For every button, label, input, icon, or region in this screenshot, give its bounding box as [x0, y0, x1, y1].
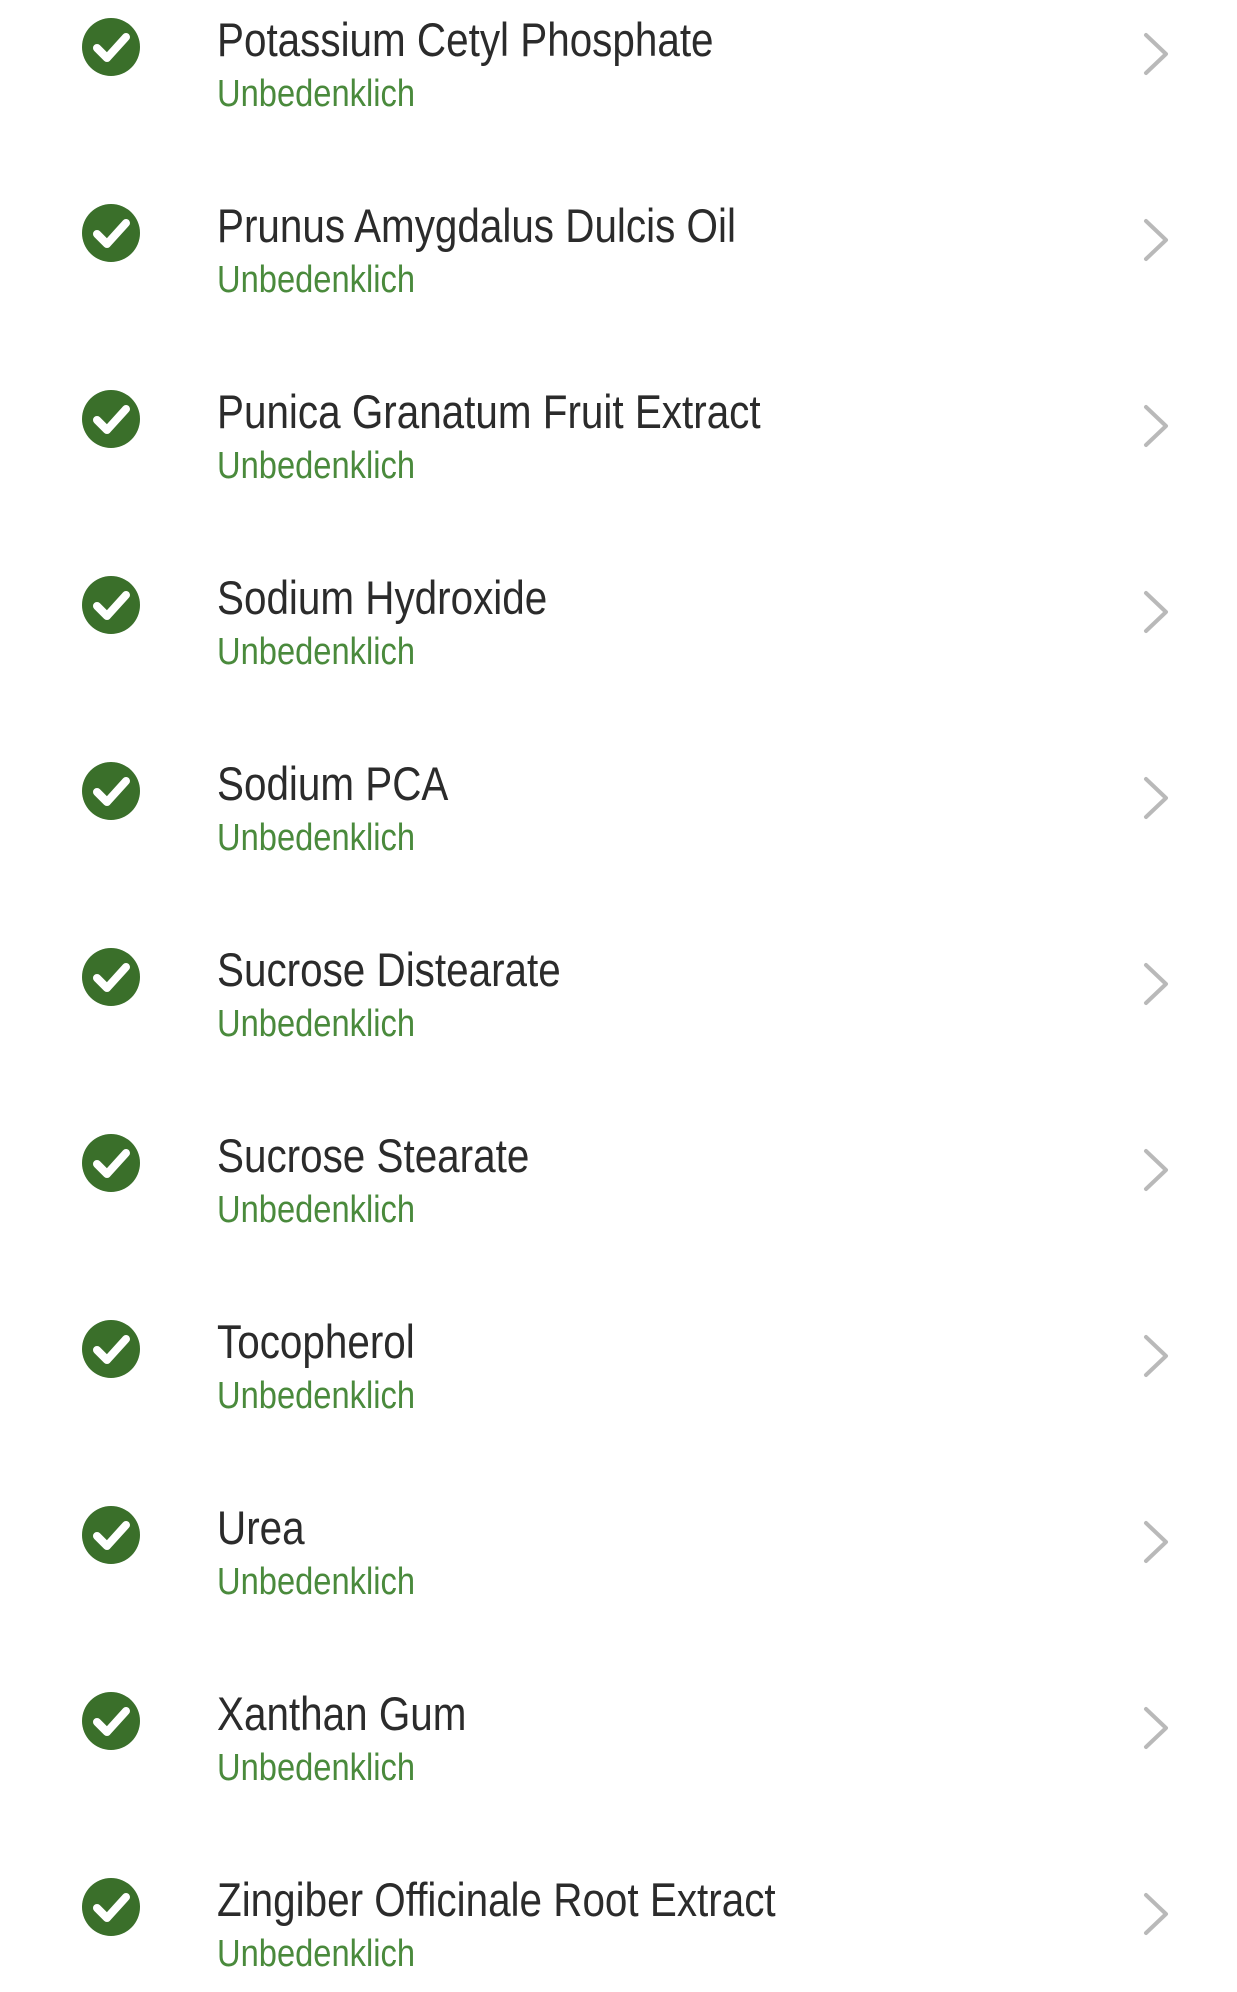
ingredient-row[interactable]: Sucrose Distearate Unbedenklich	[0, 791, 1237, 1045]
ingredient-row[interactable]: Sodium PCA Unbedenklich	[0, 605, 1237, 859]
ingredient-row[interactable]: Xanthan Gum Unbedenklich	[0, 1535, 1237, 1789]
ingredient-row[interactable]: Sodium Hydroxide Unbedenklich	[0, 419, 1237, 673]
ingredient-row[interactable]: Sucrose Stearate Unbedenklich	[0, 977, 1237, 1231]
ingredient-row[interactable]: Zingiber Officinale Root Extract Unbeden…	[0, 1721, 1237, 1975]
ingredient-row[interactable]: Urea Unbedenklich	[0, 1349, 1237, 1603]
chevron-right-icon	[1141, 1891, 1171, 1937]
ingredient-row[interactable]: Tocopherol Unbedenklich	[0, 1163, 1237, 1417]
ingredient-row[interactable]: Punica Granatum Fruit Extract Unbedenkli…	[0, 233, 1237, 487]
ingredient-list: Potassium Cetyl Phosphate Unbedenklich P…	[0, 0, 1237, 1975]
ingredient-row[interactable]: Prunus Amygdalus Dulcis Oil Unbedenklich	[0, 47, 1237, 301]
ingredient-name: Zingiber Officinale Root Extract	[217, 1873, 776, 1926]
check-circle-icon	[82, 1878, 140, 1936]
ingredient-status: Unbedenklich	[217, 1933, 416, 1975]
ingredient-row[interactable]: Potassium Cetyl Phosphate Unbedenklich	[0, 0, 1237, 115]
